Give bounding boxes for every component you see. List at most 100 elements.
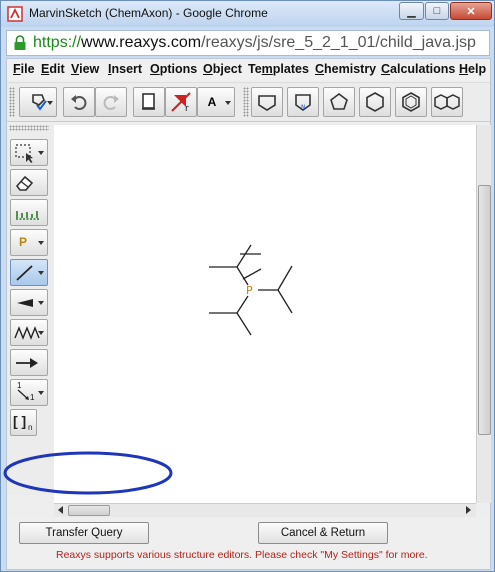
chain-tool[interactable]: [10, 199, 48, 226]
minimize-icon: ▁: [407, 5, 416, 18]
document-button[interactable]: [133, 87, 165, 117]
arrow-tool[interactable]: [10, 349, 48, 376]
menu-calculations[interactable]: Calculations: [381, 62, 455, 76]
zigzag-chain-icon: [14, 326, 40, 340]
transfer-query-button[interactable]: Transfer Query: [19, 522, 149, 544]
url-text[interactable]: https://www.reaxys.com/reaxys/js/sre_5_2…: [33, 34, 476, 52]
horizontal-scroll-thumb[interactable]: [68, 505, 110, 516]
bond: [236, 295, 249, 314]
redo-button[interactable]: [95, 87, 127, 117]
single-bond-tool[interactable]: [10, 259, 48, 286]
template-button-benzene[interactable]: [395, 87, 427, 117]
reaction-arrow-icon: [16, 358, 38, 368]
close-icon: ✕: [466, 5, 476, 18]
minimize-button[interactable]: ▁: [399, 2, 424, 20]
bracket-tool[interactable]: [ ] n: [10, 409, 37, 436]
chevron-down-icon[interactable]: [38, 331, 44, 335]
wedge-bond-icon: [17, 299, 33, 307]
menu-chemistry[interactable]: Chemistry: [315, 62, 376, 76]
address-bar[interactable]: https://www.reaxys.com/reaxys/js/sre_5_2…: [6, 30, 490, 56]
pyrrole-icon: N: [295, 94, 311, 111]
wedge-bond-tool[interactable]: [10, 289, 48, 316]
clean-structure-icon: [32, 94, 47, 111]
chevron-down-icon[interactable]: [38, 301, 44, 305]
url-path: /reaxys/js/sre_5_2_1_01/child_java.jsp: [201, 34, 476, 51]
atom-map-target-number: 1: [30, 393, 35, 402]
clean-button[interactable]: [19, 87, 57, 117]
chevron-down-icon[interactable]: [38, 241, 44, 245]
toolbar-grip[interactable]: [243, 87, 249, 117]
menu-file[interactable]: File: [13, 62, 35, 76]
bond: [277, 289, 293, 314]
scroll-left-icon[interactable]: [55, 504, 67, 516]
toolbar-grip[interactable]: [9, 125, 49, 131]
menu-templates[interactable]: Templates: [248, 62, 309, 76]
cancel-return-button[interactable]: Cancel & Return: [258, 522, 388, 544]
chain-drawing-tool[interactable]: [10, 319, 48, 346]
template-button-pentagon[interactable]: [323, 87, 355, 117]
sketch-canvas[interactable]: P: [54, 125, 476, 503]
chevron-down-icon[interactable]: [38, 391, 44, 395]
eraser-icon: [15, 175, 34, 191]
svg-text:r: r: [185, 104, 189, 113]
molecule-drawing: P: [209, 244, 293, 336]
chevron-down-icon[interactable]: [38, 151, 44, 155]
toolbar-grip[interactable]: [9, 87, 15, 117]
horizontal-scrollbar[interactable]: [54, 503, 476, 517]
url-host: www.reaxys.com: [81, 34, 202, 51]
atom-tool[interactable]: P: [10, 229, 48, 256]
eraser-tool[interactable]: [10, 169, 48, 196]
atom-map-tool[interactable]: 1 1: [10, 379, 48, 406]
url-scheme: https://: [33, 34, 82, 51]
bracket-subscript: n: [28, 423, 33, 432]
document-icon: [142, 93, 155, 110]
menu-help[interactable]: Help: [459, 62, 486, 76]
template-button-pyrrole[interactable]: N: [287, 87, 319, 117]
bond: [242, 268, 262, 280]
undo-button[interactable]: [63, 87, 95, 117]
template-button-hexagon[interactable]: [359, 87, 391, 117]
chevron-down-icon[interactable]: [38, 271, 44, 275]
bond: [236, 244, 252, 268]
single-bond-icon: [16, 265, 33, 281]
benzene-icon: [402, 92, 420, 112]
scroll-right-icon[interactable]: [462, 504, 474, 516]
phosphorus-atom[interactable]: P: [246, 284, 253, 297]
bottom-panel: Transfer Query Cancel & Return Reaxys su…: [7, 519, 490, 569]
svg-text:N: N: [301, 104, 306, 111]
browser-window: MarvinSketch (ChemAxon) - Google Chrome …: [0, 0, 495, 572]
maximize-icon: □: [433, 5, 441, 17]
chevron-down-icon[interactable]: [225, 101, 231, 105]
menu-view[interactable]: View: [71, 62, 99, 76]
marvinsketch-applet: File Edit View Insert Options Object Templates…: [6, 58, 491, 570]
naphthalene-icon: [434, 94, 460, 110]
atom-map-source-number: 1: [17, 381, 22, 390]
bracket-label: [ ]: [13, 413, 27, 429]
bond: [236, 266, 249, 286]
bond: [236, 312, 252, 336]
menu-object[interactable]: Object: [203, 62, 242, 76]
vertical-scroll-thumb[interactable]: [478, 185, 491, 435]
close-button[interactable]: ✕: [450, 2, 492, 20]
font-button[interactable]: A: [197, 87, 235, 117]
pentagon-icon: [330, 93, 348, 110]
menu-edit[interactable]: Edit: [41, 62, 65, 76]
editor-notice: Reaxys supports various structure editor…: [56, 549, 428, 561]
template-button-naphthalene[interactable]: [431, 87, 463, 117]
font-label: A: [207, 95, 217, 109]
selection-tool[interactable]: [10, 139, 48, 166]
rgroup-button[interactable]: r: [165, 87, 197, 117]
hexagon-icon: [366, 92, 384, 112]
marvin-app-icon: [7, 6, 23, 22]
undo-icon: [71, 95, 87, 110]
redo-icon: [103, 95, 119, 110]
template-button-generic[interactable]: [251, 87, 283, 117]
title-bar: MarvinSketch (ChemAxon) - Google Chrome …: [1, 1, 494, 27]
chevron-down-icon[interactable]: [47, 101, 53, 105]
vertical-scrollbar[interactable]: [476, 125, 491, 503]
menu-options[interactable]: Options: [150, 62, 197, 76]
chain-icon: [16, 211, 40, 220]
generic-ring-icon: [258, 95, 276, 111]
menu-insert[interactable]: Insert: [108, 62, 142, 76]
maximize-button[interactable]: □: [425, 2, 449, 20]
